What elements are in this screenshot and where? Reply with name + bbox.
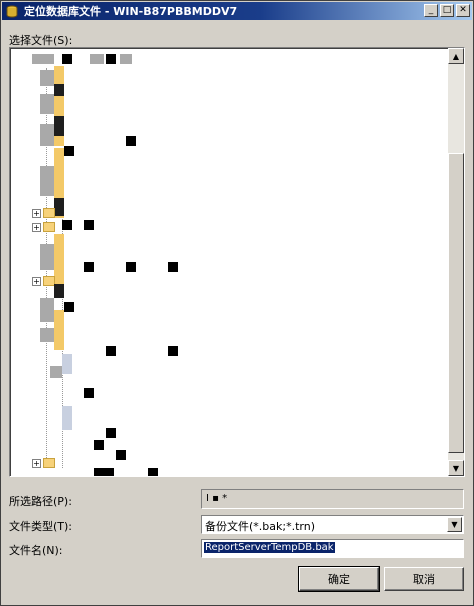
selected-path-field: I ▪ * xyxy=(201,489,464,509)
ok-button[interactable]: 确定 xyxy=(298,566,380,592)
redacted-block xyxy=(90,54,104,64)
file-name-label: 文件名(N): xyxy=(9,544,63,557)
redacted-block xyxy=(64,302,74,312)
redacted-block xyxy=(116,450,126,460)
redacted-block xyxy=(54,284,64,298)
select-file-label: 选择文件(S): xyxy=(9,34,73,47)
folder-icon xyxy=(43,458,55,468)
tree-node[interactable]: + xyxy=(32,206,58,220)
file-name-input[interactable]: ReportServerTempDB.bak xyxy=(201,539,464,558)
file-type-select[interactable]: 备份文件(*.bak;*.trn) ▼ xyxy=(201,515,464,534)
redacted-block xyxy=(106,428,116,438)
redacted-block xyxy=(54,84,64,96)
redacted-block xyxy=(40,298,54,322)
minimize-button[interactable]: _ xyxy=(424,4,438,17)
file-name-value: ReportServerTempDB.bak xyxy=(204,542,335,553)
redacted-block xyxy=(62,406,72,430)
file-type-value: 备份文件(*.bak;*.trn) xyxy=(205,520,315,533)
redacted-block xyxy=(94,468,114,476)
maximize-button[interactable]: □ xyxy=(440,4,454,17)
redacted-block xyxy=(62,220,72,230)
redacted-block xyxy=(54,310,64,350)
redacted-block xyxy=(40,328,54,342)
tree-node[interactable]: + xyxy=(32,456,58,470)
redacted-block xyxy=(40,94,54,114)
expand-icon[interactable]: + xyxy=(32,222,41,232)
window-controls: _ □ ✕ xyxy=(424,4,470,17)
title-bar[interactable]: 定位数据库文件 - WIN-B87PBBMDDV7 _ □ ✕ xyxy=(2,2,472,20)
redacted-block xyxy=(32,54,54,64)
database-icon xyxy=(5,4,19,18)
chevron-down-icon[interactable]: ▼ xyxy=(447,517,462,532)
redacted-block xyxy=(84,388,94,398)
expand-icon[interactable]: + xyxy=(32,276,41,286)
window-title: 定位数据库文件 - WIN-B87PBBMDDV7 xyxy=(24,5,238,18)
redacted-block xyxy=(126,136,136,146)
cancel-button[interactable]: 取消 xyxy=(384,567,464,591)
redacted-block xyxy=(84,220,94,230)
selected-path-value: I ▪ * xyxy=(206,493,228,504)
scroll-thumb[interactable] xyxy=(448,153,464,453)
tree-node[interactable]: + xyxy=(32,220,58,234)
scroll-down-icon[interactable]: ▼ xyxy=(448,460,464,476)
redacted-block xyxy=(168,346,178,356)
redacted-block xyxy=(40,70,54,86)
redacted-block xyxy=(148,468,158,476)
scroll-up-icon[interactable]: ▲ xyxy=(448,48,464,64)
redacted-block xyxy=(106,346,116,356)
redacted-block xyxy=(54,116,64,136)
redacted-block xyxy=(120,54,132,64)
redacted-block xyxy=(168,262,178,272)
close-button[interactable]: ✕ xyxy=(456,4,470,17)
redacted-block xyxy=(94,440,104,450)
redacted-block xyxy=(40,166,54,196)
selected-path-label: 所选路径(P): xyxy=(9,495,72,508)
redacted-block xyxy=(40,244,54,270)
redacted-block xyxy=(50,366,62,378)
redacted-block xyxy=(62,54,72,64)
folder-icon xyxy=(43,222,55,232)
redacted-block xyxy=(126,262,136,272)
redacted-block xyxy=(40,124,54,146)
redacted-block xyxy=(62,354,72,374)
expand-icon[interactable]: + xyxy=(32,208,41,218)
expand-icon[interactable]: + xyxy=(32,458,41,468)
vertical-scrollbar[interactable]: ▲ ▼ xyxy=(448,48,464,476)
redacted-block xyxy=(106,54,116,64)
redacted-block xyxy=(64,146,74,156)
redacted-block xyxy=(84,262,94,272)
file-type-label: 文件类型(T): xyxy=(9,520,73,533)
locate-database-files-dialog: 定位数据库文件 - WIN-B87PBBMDDV7 _ □ ✕ 选择文件(S):… xyxy=(0,0,474,606)
folder-icon xyxy=(43,208,55,218)
file-tree[interactable]: + + + + ▲ ▼ xyxy=(9,47,465,477)
